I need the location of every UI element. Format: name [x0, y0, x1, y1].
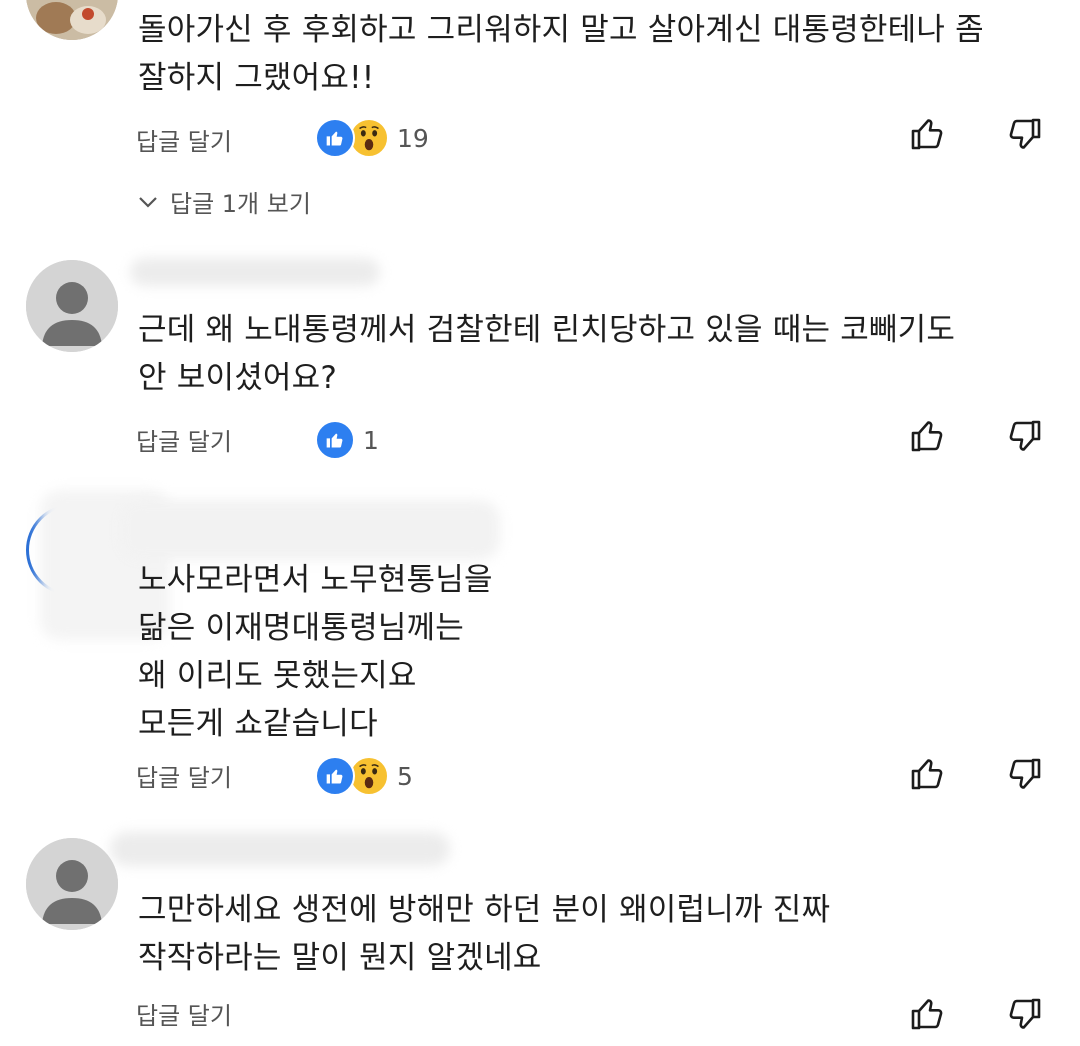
redacted-username [120, 500, 500, 560]
reaction-summary[interactable]: 19 [315, 118, 429, 158]
reaction-count: 1 [363, 425, 379, 455]
like-button[interactable] [908, 994, 948, 1034]
reply-button[interactable]: 답글 달기 [136, 758, 232, 793]
reply-button[interactable]: 답글 달기 [136, 996, 232, 1031]
avatar[interactable] [26, 0, 118, 40]
like-button[interactable] [908, 114, 948, 154]
thumbs-down-icon [1009, 118, 1041, 149]
chevron-down-icon [139, 196, 157, 208]
thumbs-up-icon [911, 119, 943, 150]
comment-text: 그만하세요 생전에 방해만 하던 분이 왜이럽니까 진짜 작작하라는 말이 뭔지… [138, 892, 831, 976]
dislike-button[interactable] [1004, 114, 1044, 154]
comment-text: 돌아가신 후 후회하고 그리워하지 말고 살아계신 대통령한테나 좀 잘하지 그… [138, 12, 984, 96]
thumbs-up-icon [911, 421, 943, 452]
view-replies-button[interactable]: 답글 1개 보기 [136, 184, 311, 219]
reply-button[interactable]: 답글 달기 [136, 422, 232, 457]
comment-text: 노사모라면서 노무현통님을 닮은 이재명대통령님께는 왜 이리도 못했는지요 모… [138, 562, 493, 742]
reaction-count: 19 [397, 123, 429, 153]
default-avatar-icon [26, 260, 118, 352]
avatar[interactable] [26, 260, 118, 352]
reply-button[interactable]: 답글 달기 [136, 122, 232, 157]
avatar[interactable] [26, 838, 118, 930]
redacted-username [130, 258, 380, 286]
dislike-button[interactable] [1004, 416, 1044, 456]
wow-reaction-icon [349, 118, 389, 158]
reaction-summary[interactable]: 5 [315, 756, 413, 796]
thumbs-down-icon [1009, 998, 1041, 1029]
view-replies-label: 답글 1개 보기 [170, 190, 311, 218]
reaction-summary[interactable]: 1 [315, 420, 379, 460]
dislike-button[interactable] [1004, 994, 1044, 1034]
thumbs-down-icon [1009, 758, 1041, 789]
thumbs-up-icon [911, 999, 943, 1030]
comment-text: 근데 왜 노대통령께서 검찰한테 린치당하고 있을 때는 코빼기도 안 보이셨어… [138, 312, 956, 396]
reaction-count: 5 [397, 761, 413, 791]
like-reaction-icon [315, 420, 355, 460]
like-button[interactable] [908, 754, 948, 794]
like-reaction-icon [315, 756, 355, 796]
default-avatar-icon [26, 838, 118, 930]
like-button[interactable] [908, 416, 948, 456]
like-reaction-icon [315, 118, 355, 158]
redacted-username [110, 832, 450, 866]
thumbs-down-icon [1009, 420, 1041, 451]
wow-reaction-icon [349, 756, 389, 796]
thumbs-up-icon [911, 759, 943, 790]
dislike-button[interactable] [1004, 754, 1044, 794]
